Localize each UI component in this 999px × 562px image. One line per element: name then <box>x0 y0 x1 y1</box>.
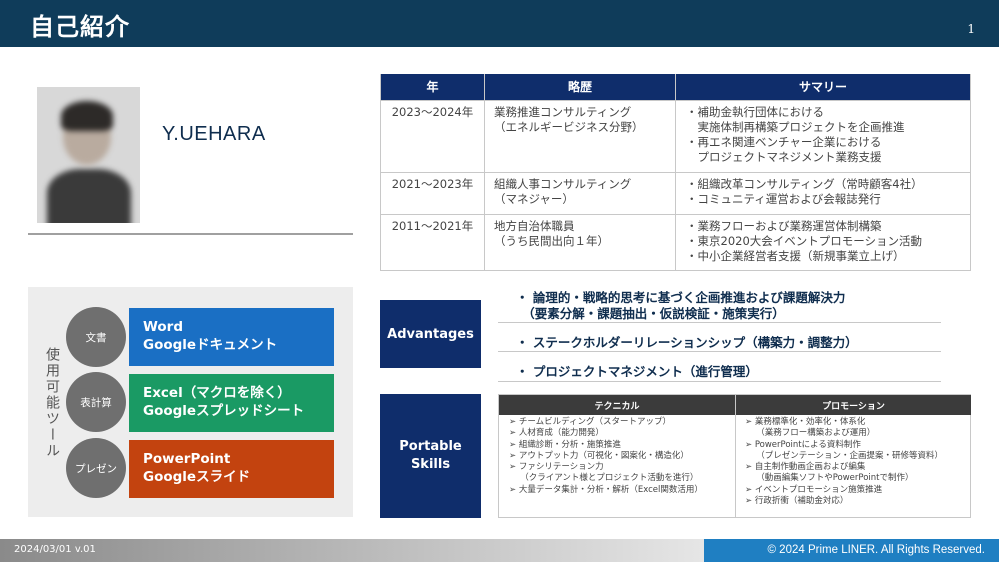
history-table: 年 略歴 サマリー 2023〜2024年 業務推進コンサルティング （エネルギー… <box>380 74 971 271</box>
history-career-text: 業務推進コンサルティング （エネルギービジネス分野） <box>494 104 644 134</box>
photo-body-shape <box>47 169 131 223</box>
history-summary: ・補助金執行団体における 実施体制再構築プロジェクトを企画推進 ・再エネ関連ベン… <box>675 99 971 173</box>
history-career: 組織人事コンサルティング （マネジャー） <box>484 171 676 215</box>
header-bar: 自己紹介 1 <box>0 0 999 47</box>
history-career: 業務推進コンサルティング （エネルギービジネス分野） <box>484 99 676 173</box>
history-summary: ・業務フローおよび業務運営体制構築 ・東京2020大会イベントプロモーション活動… <box>675 213 971 271</box>
history-row: 2023〜2024年 業務推進コンサルティング （エネルギービジネス分野） ・補… <box>380 99 971 173</box>
history-summary-text: ・業務フローおよび業務運営体制構築 ・東京2020大会イベントプロモーション活動… <box>686 218 923 263</box>
history-year: 2023〜2024年 <box>380 99 485 173</box>
portable-skills-label: Portable Skills <box>380 394 481 518</box>
history-header-summary: サマリー <box>675 74 971 101</box>
name-divider <box>28 233 353 235</box>
portable-skills-table: テクニカル プロモーション ➢ チームビルディング（スタートアップ） ➢ 人材育… <box>498 394 971 518</box>
technical-skills-list: ➢ チームビルディング（スタートアップ） ➢ 人材育成（能力開発） ➢ 組織診断… <box>509 417 703 495</box>
history-career: 地方自治体職員 （うち民間出向１年） <box>484 213 676 271</box>
advantage-item: ・ プロジェクトマネジメント（進行管理） <box>498 364 941 382</box>
promotion-header: プロモーション <box>736 395 971 415</box>
history-header-row: 年 略歴 サマリー <box>380 74 971 101</box>
tool-category-presentation: プレゼン <box>66 438 126 498</box>
skills-column-divider <box>735 395 736 517</box>
page-title: 自己紹介 <box>30 13 130 41</box>
photo-hair-shape <box>61 101 113 131</box>
tool-apps-spreadsheet: Excel（マクロを除く） Googleスプレッドシート <box>129 374 334 432</box>
tool-apps-presentation: PowerPoint Googleスライド <box>129 440 334 498</box>
promotion-skills-list: ➢ 業務標準化・効率化・体系化 （業務フロー構築および運用） ➢ PowerPo… <box>745 417 944 507</box>
footer-version-bar: 2024/03/01 v.01 <box>0 539 704 562</box>
history-header-career: 略歴 <box>484 74 676 101</box>
advantage-item: ・ 論理的・戦略的思考に基づく企画推進および課題解決力 （要素分解・課題抽出・仮… <box>498 290 941 323</box>
history-summary: ・組織改革コンサルティング（常時顧客4社） ・コミュニティ運営および会報誌発行 <box>675 171 971 215</box>
advantage-item: ・ ステークホルダーリレーションシップ（構築力・調整力） <box>498 335 941 352</box>
history-year: 2021〜2023年 <box>380 171 485 215</box>
tool-category-spreadsheet: 表計算 <box>66 372 126 432</box>
tool-category-document: 文書 <box>66 307 126 367</box>
tools-panel: 使用可能ツール 文書 Word Googleドキュメント 表計算 Excel（マ… <box>28 287 353 517</box>
history-row: 2021〜2023年 組織人事コンサルティング （マネジャー） ・組織改革コンサ… <box>380 171 971 215</box>
history-row: 2011〜2021年 地方自治体職員 （うち民間出向１年） ・業務フローおよび業… <box>380 213 971 271</box>
tools-vertical-label: 使用可能ツール <box>44 347 60 459</box>
history-career-text: 地方自治体職員 （うち民間出向１年） <box>494 218 609 248</box>
tool-apps-document: Word Googleドキュメント <box>129 308 334 366</box>
profile-photo <box>37 87 140 223</box>
technical-header: テクニカル <box>499 395 735 415</box>
footer-version: 2024/03/01 v.01 <box>14 544 96 555</box>
footer-copyright-bar: © 2024 Prime LINER. All Rights Reserved. <box>704 539 999 562</box>
footer-copyright: © 2024 Prime LINER. All Rights Reserved. <box>767 544 985 556</box>
history-summary-text: ・組織改革コンサルティング（常時顧客4社） ・コミュニティ運営および会報誌発行 <box>686 176 923 206</box>
profile-name: Y.UEHARA <box>162 123 266 145</box>
history-career-text: 組織人事コンサルティング （マネジャー） <box>494 176 632 206</box>
history-year: 2011〜2021年 <box>380 213 485 271</box>
history-header-year: 年 <box>380 74 485 101</box>
page-number: 1 <box>967 22 975 36</box>
advantages-label: Advantages <box>380 300 481 368</box>
history-summary-text: ・補助金執行団体における 実施体制再構築プロジェクトを企画推進 ・再エネ関連ベン… <box>686 104 905 164</box>
